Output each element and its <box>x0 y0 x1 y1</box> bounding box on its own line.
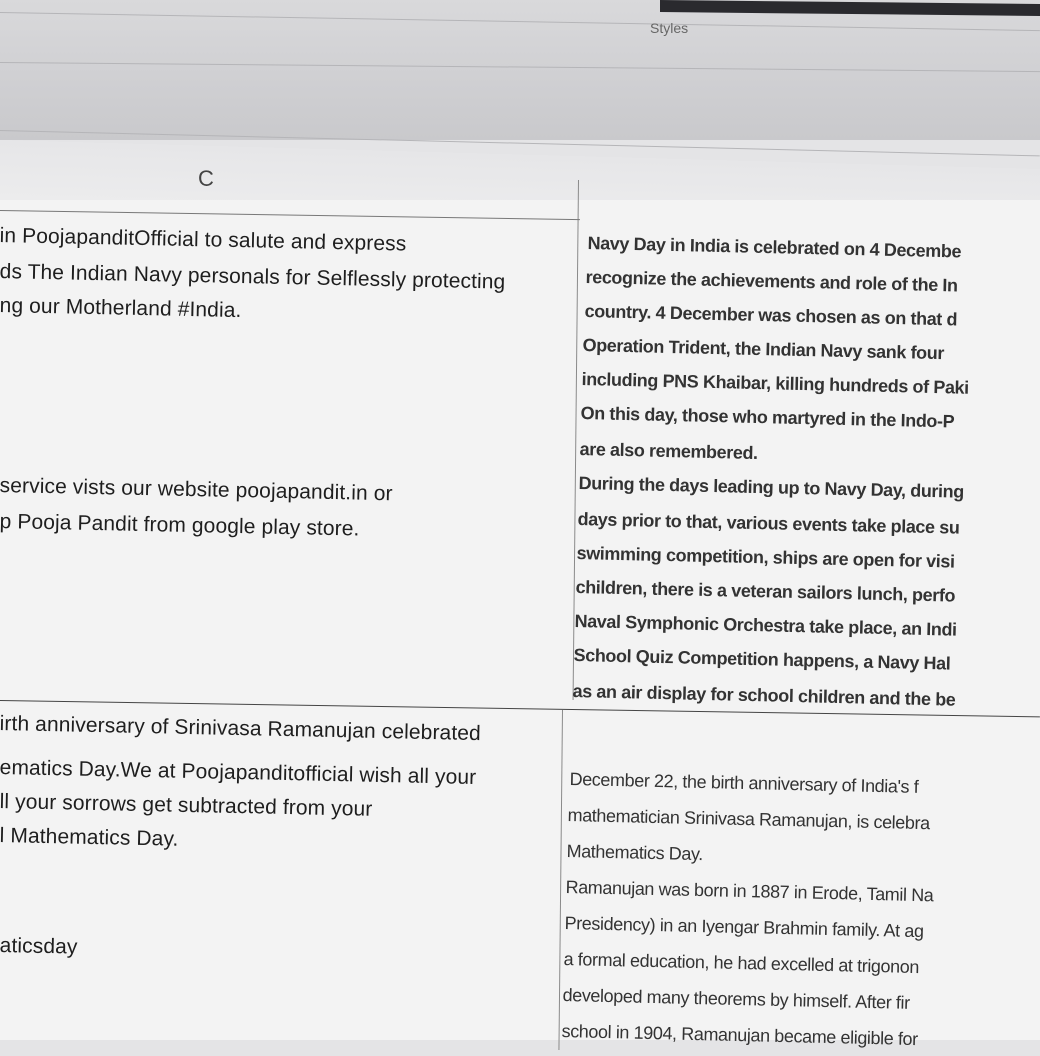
cell-line: service vists our website poojapandit.in… <box>0 473 393 506</box>
cell-line: mathematician Srinivasa Ramanujan, is ce… <box>567 804 930 834</box>
cell-line: School Quiz Competition happens, a Navy … <box>573 644 951 674</box>
styles-group-label: Styles <box>650 20 689 36</box>
cell-line: December 22, the birth anniversary of In… <box>569 768 919 797</box>
ribbon-divider <box>0 12 1040 32</box>
cell-line: l Mathematics Day. <box>0 823 179 851</box>
cell-line: Ramanujan was born in 1887 in Erode, Tam… <box>565 876 934 906</box>
cell-line: On this day, those who martyred in the I… <box>580 402 955 432</box>
spreadsheet-grid: in PoojapanditOfficial to salute and exp… <box>0 179 1040 1050</box>
cell-line: are also remembered. <box>579 438 758 464</box>
cell-line: school in 1904, Ramanujan became eligibl… <box>561 1020 918 1050</box>
row-divider <box>0 210 580 221</box>
cell-line: irth anniversary of Srinivasa Ramanujan … <box>0 711 482 746</box>
column-header-c[interactable]: C <box>198 166 214 192</box>
cell-line: a formal education, he had excelled at t… <box>563 948 920 978</box>
cell-line: Mathematics Day. <box>566 840 704 865</box>
cell-line: ng our Motherland #India. <box>0 293 242 323</box>
ribbon-divider <box>0 62 1040 73</box>
cell-line: Presidency) in an Iyengar Brahmin family… <box>564 912 924 942</box>
cell-line: p Pooja Pandit from google play store. <box>0 509 360 541</box>
cell-line: developed many theorems by himself. Afte… <box>562 984 910 1013</box>
cell-line: aticsday <box>0 933 78 959</box>
cell-line: in PoojapanditOfficial to salute and exp… <box>0 223 407 256</box>
ribbon-top-bar <box>660 0 1040 16</box>
cell-line: During the days leading up to Navy Day, … <box>578 472 965 502</box>
cell-line: ll your sorrows get subtracted from your <box>0 789 373 821</box>
ribbon: Styles <box>0 0 1040 157</box>
